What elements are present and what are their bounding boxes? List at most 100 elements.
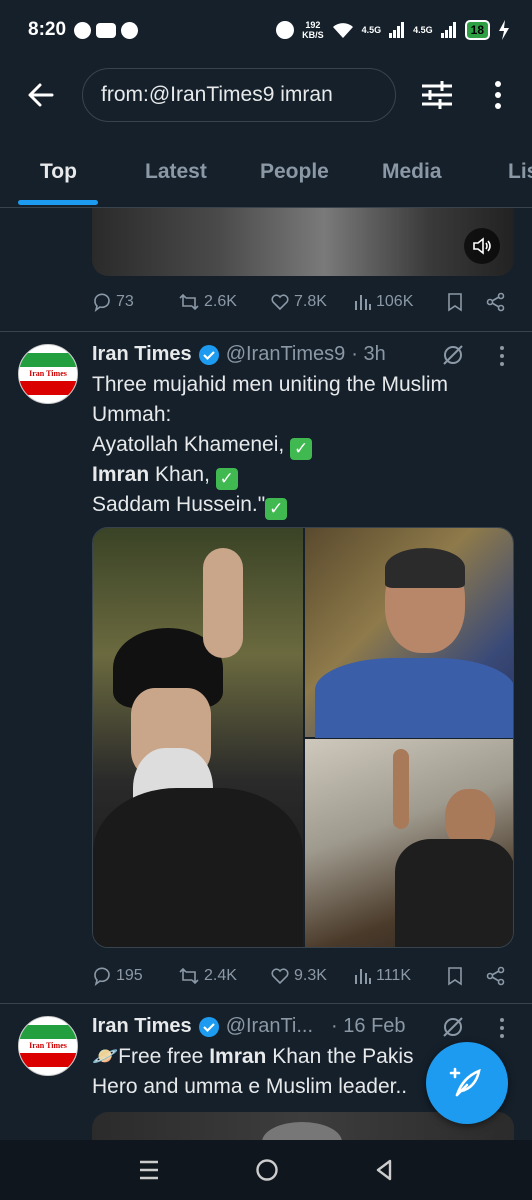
media-photo-khamenei[interactable] — [93, 528, 303, 947]
search-tabs: Top Latest People Media Lis — [0, 140, 532, 208]
tweet-line: Saddam Hussein." ✓ — [92, 490, 512, 520]
repost-icon — [179, 293, 199, 311]
tab-top[interactable]: Top — [40, 160, 77, 184]
compose-post-button[interactable] — [426, 1042, 508, 1124]
tweet-line: Imran Khan, ✓ — [92, 460, 512, 490]
author-handle[interactable]: @IranTi... — [226, 1015, 313, 1038]
repost-button[interactable]: 2.4K — [178, 966, 270, 986]
grok-icon[interactable] — [441, 1015, 465, 1039]
charging-icon — [499, 20, 509, 40]
tweet-line-text: Free free — [118, 1045, 210, 1068]
check-mark-icon: ✓ — [265, 498, 288, 520]
wifi-icon — [332, 23, 353, 38]
previous-tweet-actions: 73 2.6K 7.8K 106K — [92, 287, 512, 317]
like-count: 9.3K — [294, 967, 327, 984]
views-chart-icon — [355, 969, 371, 984]
speaker-icon — [473, 237, 491, 255]
like-count: 7.8K — [294, 293, 327, 310]
reply-button[interactable]: 195 — [92, 966, 178, 986]
tweet-header: Iran Times @IranTimes9 · 3h — [92, 343, 386, 366]
views-button[interactable]: 106K — [354, 293, 440, 311]
tab-people[interactable]: People — [260, 160, 329, 184]
tweet-media-grid — [92, 527, 514, 948]
reply-icon — [94, 967, 110, 986]
compose-feather-icon — [449, 1067, 481, 1097]
more-options-icon[interactable] — [486, 78, 510, 112]
heart-icon — [271, 968, 289, 985]
system-navigation-bar — [0, 1140, 532, 1200]
back-icon[interactable] — [373, 1158, 395, 1182]
tab-lists[interactable]: Lis — [508, 160, 532, 184]
battery-indicator: 18 — [464, 20, 490, 40]
views-chart-icon — [355, 295, 371, 310]
share-icon[interactable] — [486, 292, 506, 312]
like-button[interactable]: 7.8K — [270, 292, 354, 312]
filter-settings-icon[interactable] — [420, 80, 454, 110]
check-mark-icon: ✓ — [290, 438, 313, 460]
youtube-notification-icon — [96, 22, 117, 38]
reply-button[interactable]: 73 — [92, 292, 178, 312]
tweet-more-icon[interactable] — [499, 1017, 505, 1039]
signal2-label: 4.5G — [413, 25, 433, 35]
tweet-time: · 3h — [351, 343, 386, 365]
tweet-text: Three mujahid men uniting the Muslim Umm… — [92, 370, 512, 520]
search-query-text: from:@IranTimes9 imran — [101, 83, 333, 106]
tweet-line: Three mujahid men uniting the Muslim — [92, 373, 448, 396]
check-mark-icon: ✓ — [215, 468, 238, 490]
alarm-icon — [276, 21, 295, 39]
status-bar: 8:20 192 KB/S 4.5G 4.5G 18 — [0, 0, 532, 60]
signal2-icon — [440, 22, 456, 38]
signal1-label: 4.5G — [361, 25, 382, 35]
tweet-more-icon[interactable] — [499, 345, 505, 367]
author-name[interactable]: Iran Times — [92, 1015, 192, 1038]
author-name[interactable]: Iran Times — [92, 343, 192, 366]
share-icon[interactable] — [486, 966, 506, 986]
signal1-icon — [389, 22, 405, 38]
home-icon[interactable] — [254, 1157, 280, 1183]
reply-icon — [94, 293, 110, 312]
status-time: 8:20 — [28, 19, 67, 40]
network-speed: 192 KB/S — [302, 20, 324, 40]
tweet-divider — [0, 1003, 532, 1004]
avatar[interactable]: Iran Times — [18, 1016, 78, 1076]
tab-latest[interactable]: Latest — [145, 160, 207, 184]
search-input[interactable]: from:@IranTimes9 imran — [82, 68, 396, 122]
bookmark-icon[interactable] — [446, 966, 464, 986]
tweet-actions: 195 2.4K 9.3K 111K — [92, 961, 512, 991]
media-photo-saddam-hussein[interactable] — [305, 739, 513, 947]
avatar-label: Iran Times — [29, 369, 67, 378]
avatar-label: Iran Times — [29, 1041, 67, 1050]
reply-count: 73 — [116, 293, 134, 310]
highlighted-keyword: Imran — [92, 463, 150, 486]
tweet-line: Ayatollah Khamenei, ✓ — [92, 430, 512, 460]
media-photo-imran-khan[interactable] — [305, 528, 513, 738]
speed-value: 192 — [305, 20, 321, 30]
back-arrow-icon[interactable] — [26, 80, 56, 110]
tab-media[interactable]: Media — [382, 160, 442, 184]
bookmark-icon[interactable] — [446, 292, 464, 312]
tweet-line-text: Khan, — [149, 463, 210, 486]
repost-button[interactable]: 2.6K — [178, 292, 270, 312]
tweet-line-text: Khan the Pakis — [266, 1045, 414, 1068]
verified-badge-icon — [198, 1016, 219, 1037]
highlighted-keyword: Imran — [209, 1045, 267, 1068]
mute-toggle-button[interactable] — [464, 228, 500, 264]
status-right: 192 KB/S 4.5G 4.5G 18 — [276, 20, 510, 40]
grok-icon[interactable] — [441, 343, 465, 367]
views-button[interactable]: 111K — [354, 967, 440, 985]
repost-icon — [179, 967, 199, 985]
heart-icon — [271, 294, 289, 311]
recent-apps-icon[interactable] — [137, 1159, 161, 1181]
author-handle[interactable]: @IranTimes9 — [226, 343, 346, 366]
verified-badge-icon — [198, 344, 219, 365]
like-button[interactable]: 9.3K — [270, 966, 354, 986]
avatar[interactable]: Iran Times — [18, 344, 78, 404]
search-header: from:@IranTimes9 imran — [0, 66, 532, 126]
previous-tweet-video[interactable] — [92, 208, 514, 276]
message-notification-icon — [74, 21, 92, 39]
repost-count: 2.6K — [204, 293, 237, 310]
repost-count: 2.4K — [204, 967, 237, 984]
notification-icons — [74, 21, 139, 39]
views-count: 111K — [376, 967, 411, 984]
tweet-divider — [0, 331, 532, 332]
